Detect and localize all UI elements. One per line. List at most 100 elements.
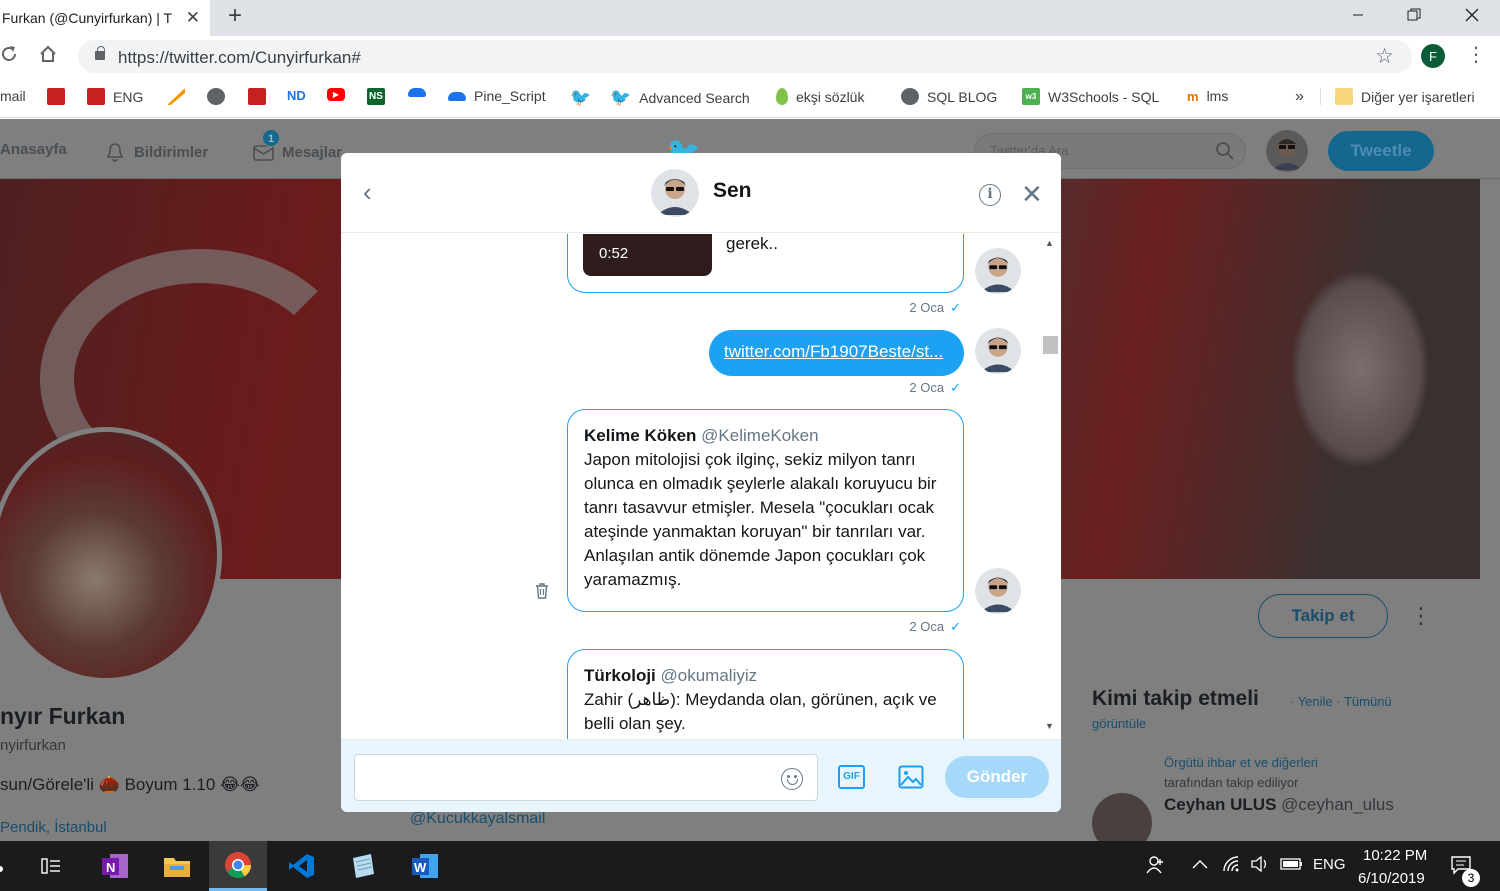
volume-icon[interactable] (1250, 855, 1270, 877)
word-icon[interactable]: W (396, 841, 454, 891)
scroll-up-arrow-icon[interactable]: ▲ (1045, 238, 1054, 248)
tweet-button[interactable]: Tweetle (1328, 131, 1434, 171)
bookmark-nd[interactable]: ND (287, 88, 306, 103)
bookmark-advanced-search[interactable]: 🐦 Advanced Search (610, 88, 750, 108)
bookmark-eng[interactable]: ENG (87, 88, 143, 105)
people-icon[interactable] (1146, 855, 1166, 879)
scroll-down-arrow-icon[interactable]: ▼ (1045, 721, 1054, 731)
video-caption: bulmuş hali bu soytarı olsa gerek.. (726, 234, 778, 253)
read-check-icon: ✓ (950, 380, 961, 395)
file-explorer-icon[interactable] (148, 841, 206, 891)
profile-avatar[interactable]: F (1421, 44, 1445, 68)
clock-date[interactable]: 6/10/2019 (1358, 870, 1425, 887)
tweet-author-name: Türkoloji (584, 666, 656, 685)
suggested-user-name: Ceyhan ULUS (1164, 795, 1277, 814)
video-duration: 0:52 (599, 245, 629, 262)
window-close-icon[interactable] (1444, 0, 1500, 30)
who-to-follow-panel: · Yenile · Tümünü görüntüle Kimi takip e… (1074, 667, 1434, 841)
bookmark-youtube[interactable]: ▶ (327, 88, 353, 101)
browser-tab[interactable]: Furkan (@Cunyirfurkan) | T ✕ (0, 0, 210, 36)
more-bookmarks-button[interactable]: » (1295, 88, 1304, 106)
chevron-up-icon[interactable] (1192, 857, 1208, 874)
image-icon[interactable] (898, 765, 924, 789)
restore-icon[interactable] (1386, 0, 1442, 30)
suggested-user[interactable]: Ceyhan ULUS @ceyhan_ulus (1164, 795, 1394, 815)
profile-more-icon[interactable]: ⋮ (1410, 603, 1432, 629)
bookmark-label: ENG (113, 88, 144, 105)
profile-photo[interactable] (0, 427, 222, 683)
bookmark-book-red[interactable] (248, 88, 274, 105)
bookmark-pine-script[interactable]: Pine_Script (448, 88, 546, 104)
minimize-icon[interactable] (1330, 0, 1386, 30)
notepad-icon[interactable] (334, 841, 392, 891)
video-thumbnail[interactable]: 0:52 (583, 234, 712, 276)
bookmark-globe[interactable] (207, 88, 233, 105)
bookmark-ns[interactable]: NS (367, 88, 393, 105)
vscode-icon[interactable] (272, 841, 330, 891)
message-timestamp: 2 Oca ✓ (909, 380, 961, 396)
tweet-author[interactable]: Kelime Köken @KelimeKoken (584, 424, 947, 448)
bookmark-twitter[interactable]: 🐦 (570, 88, 599, 108)
new-tab-button[interactable]: + (228, 2, 242, 30)
home-icon[interactable] (38, 44, 58, 70)
task-view-icon[interactable] (22, 841, 80, 891)
bell-icon (106, 143, 124, 162)
tab-close-icon[interactable]: ✕ (186, 8, 200, 28)
shared-tweet-card[interactable]: Türkoloji @okumaliyiz Zahir (ظاهر): Meyd… (567, 649, 964, 739)
scroll-thumb[interactable] (1043, 336, 1058, 354)
bookmark-book[interactable] (47, 88, 73, 105)
url-text[interactable]: https://twitter.com/Cunyirfurkan# (118, 48, 361, 68)
bookmark-label: SQL BLOG (927, 88, 998, 105)
link-message[interactable]: twitter.com/Fb1907Beste/st... (709, 330, 964, 376)
browser-menu-icon[interactable]: ⋮ (1466, 42, 1486, 67)
sender-avatar[interactable] (975, 568, 1021, 614)
other-bookmarks-folder[interactable]: Diğer yer işaretleri (1320, 88, 1475, 105)
bookmark-sql-blog[interactable]: SQL BLOG (901, 88, 997, 105)
conversation-avatar[interactable] (651, 169, 699, 217)
clock-time[interactable]: 10:22 PM (1363, 847, 1427, 864)
tweet-author[interactable]: Türkoloji @okumaliyiz (584, 664, 947, 688)
profile-location[interactable]: Pendik, İstanbul (0, 819, 107, 836)
reload-icon[interactable] (0, 44, 18, 70)
browser-toolbar: https://twitter.com/Cunyirfurkan# ☆ F ⋮ (0, 36, 1500, 76)
scrollbar[interactable]: ▲ ▼ (1041, 234, 1059, 739)
info-icon[interactable]: i (979, 184, 1001, 206)
follow-button[interactable]: Takip et (1258, 594, 1388, 638)
video-message[interactable]: 0:52 bulmuş hali bu soytarı olsa gerek.. (567, 234, 964, 293)
nav-home[interactable]: Anasayfa (0, 141, 67, 158)
address-bar[interactable]: https://twitter.com/Cunyirfurkan# ☆ (78, 40, 1412, 73)
bookmark-pencil[interactable] (167, 88, 193, 105)
bookmark-eksi-sozluk[interactable]: ekşi sözlük (776, 88, 864, 105)
account-avatar[interactable] (1266, 130, 1308, 172)
gif-icon[interactable]: GIF (838, 765, 865, 789)
battery-icon[interactable] (1280, 857, 1304, 875)
message-list[interactable]: 0:52 bulmuş hali bu soytarı olsa gerek..… (341, 234, 1061, 739)
globe-icon (901, 88, 919, 105)
bookmark-w3schools[interactable]: w3 W3Schools - SQL (1022, 88, 1159, 105)
trash-icon[interactable] (533, 582, 551, 600)
send-button[interactable]: Gönder (945, 756, 1049, 798)
suggested-user-avatar[interactable] (1092, 793, 1152, 841)
message-input[interactable] (354, 754, 818, 801)
shared-tweet-card[interactable]: Kelime Köken @KelimeKoken Japon mitoloji… (567, 409, 964, 612)
sender-avatar[interactable] (975, 248, 1021, 294)
bookmark-label: ekşi sözlük (796, 88, 865, 105)
back-chevron-icon[interactable]: ‹ (363, 177, 372, 208)
bookmark-star-icon[interactable]: ☆ (1375, 44, 1394, 69)
chrome-icon[interactable] (209, 841, 267, 891)
nav-notifications[interactable]: Bildirimler (104, 141, 208, 163)
search-icon[interactable] (1215, 141, 1235, 161)
nav-messages[interactable]: Mesajlar 1 (252, 129, 342, 163)
bookmark-lms[interactable]: m lms (1187, 88, 1228, 104)
start-edge-icon[interactable] (0, 861, 4, 878)
bookmark-cloud[interactable] (408, 88, 434, 97)
emoji-icon[interactable] (781, 768, 803, 790)
wtf-followed-by-link[interactable]: Örgütü ihbar et ve diğerleri (1164, 755, 1318, 770)
wifi-icon[interactable] (1222, 855, 1242, 877)
onenote-icon[interactable]: N (86, 841, 144, 891)
language-indicator[interactable]: ENG (1313, 856, 1346, 873)
bookmark-mail[interactable]: mail (0, 88, 26, 104)
close-icon[interactable]: ✕ (1021, 179, 1043, 210)
sender-avatar[interactable] (975, 328, 1021, 374)
mention-link[interactable]: @Kucukkayalsmail (410, 810, 545, 828)
